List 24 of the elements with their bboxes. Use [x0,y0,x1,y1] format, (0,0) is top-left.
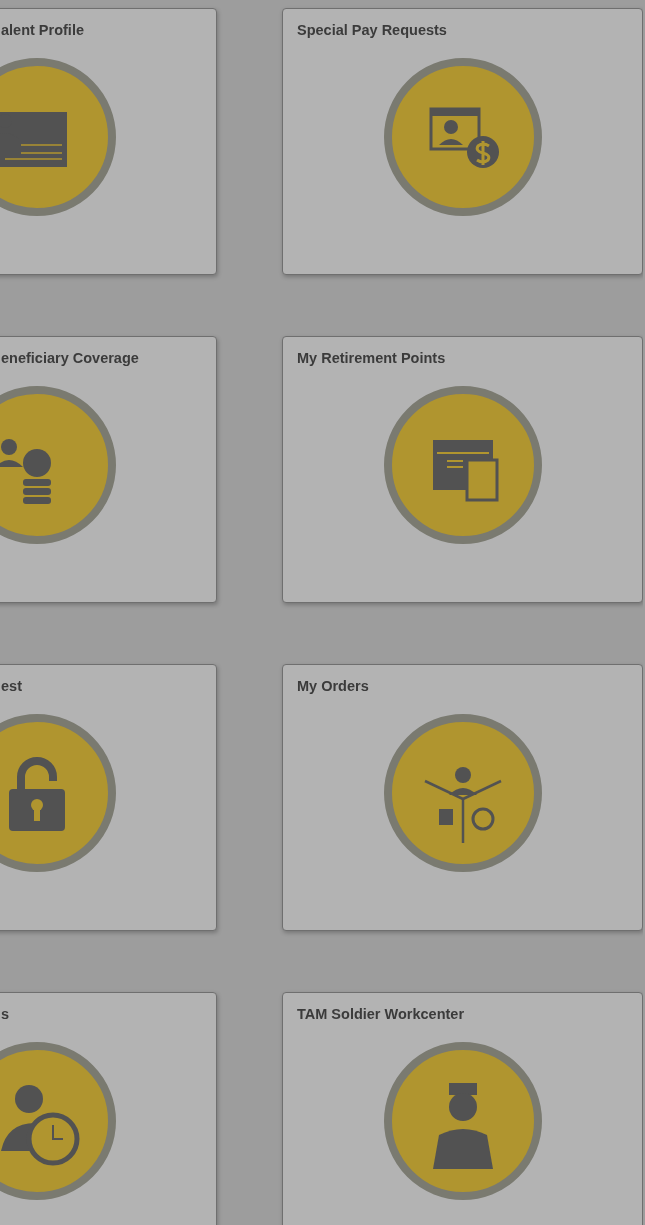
app-tile[interactable]: eneficiary Coverage [0,336,217,603]
tile-title: s [1,1005,10,1024]
tile-title: My Orders [297,677,369,696]
tile-title: My Retirement Points [297,349,446,368]
tile-title: alent Profile [1,21,84,40]
app-tile[interactable]: s [0,992,217,1225]
id-card-icon [0,57,117,217]
person-clock-icon [0,1041,117,1201]
soldier-icon [382,1041,543,1201]
tile-title: est [1,677,22,696]
person-coins-icon [0,385,117,545]
app-tile[interactable]: My Retirement Points [282,336,643,603]
person-documents-clock-icon [382,713,543,873]
padlock-icon [0,713,117,873]
tile-title: TAM Soldier Workcenter [297,1005,465,1024]
tile-title: Special Pay Requests [297,21,447,40]
tile-title: eneficiary Coverage [1,349,139,368]
app-tile[interactable]: Special Pay Requests [282,8,643,275]
app-tile[interactable]: est [0,664,217,931]
app-tile[interactable]: alent Profile [0,8,217,275]
app-tile[interactable]: TAM Soldier Workcenter [282,992,643,1225]
report-chart-icon [382,385,543,545]
person-dollar-icon [382,57,543,217]
app-tile[interactable]: My Orders [282,664,643,931]
